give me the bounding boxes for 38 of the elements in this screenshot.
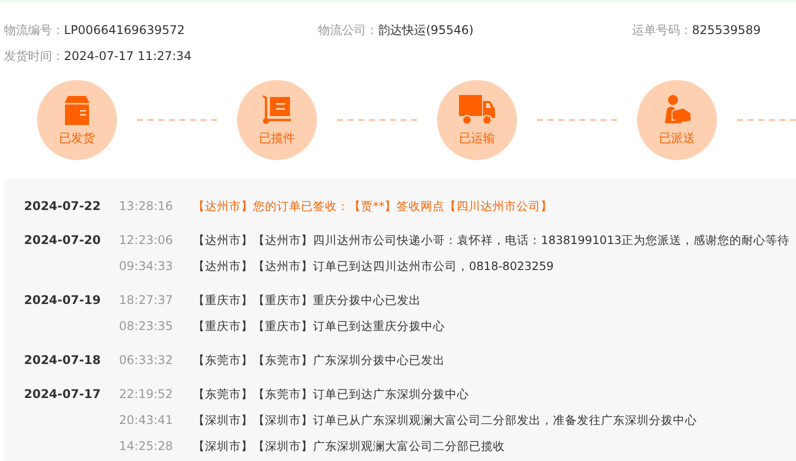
event-text: 【东莞市】【东莞市】广东深圳分拨中心已发出 [193,352,445,369]
info-label: 运单号码： [632,23,692,37]
stage-label: 已发货 [59,131,95,145]
event-text: 【深圳市】【深圳市】订单已从广东深圳观澜大富公司二分部发出，准备发往广东深圳分拨中心 [193,412,697,429]
stage-label: 已派送 [659,131,695,145]
event-text: 【达州市】【达州市】四川达州市公司快递小哥：袁怀祥，电话：18381991013正为您派送，感谢您的耐心等待 [193,232,790,249]
date-text: 2024-07-20 [24,232,102,249]
event-text: 【重庆市】【重庆市】重庆分拨中心已发出 [193,292,421,309]
info-label: 发货时间： [4,49,64,63]
date-text: 2024-07-22 [24,198,102,215]
time-text: 13:28:16 [119,198,174,215]
time-text: 08:23:35 [119,318,174,335]
truck-icon [459,95,495,125]
date-text: 2024-07-18 [24,352,102,369]
date-text: 2024-07-19 [24,292,102,309]
info-value: 韵达快运(95546) [378,23,474,37]
stage-label: 已揽件 [259,131,295,145]
info-value: LP00664169639572 [64,23,185,37]
time-text: 22:19:52 [119,386,174,403]
time-text: 18:27:37 [119,292,174,309]
time-text: 14:25:28 [119,438,174,455]
time-text: 20:43:41 [119,412,174,429]
time-text: 09:34:33 [119,258,174,275]
info-label: 物流编号： [4,23,64,37]
info-value: 2024-07-17 11:27:34 [64,49,192,63]
info-value: 825539589 [692,23,761,37]
stage-label: 已运输 [459,131,495,145]
event-text: 【达州市】您的订单已签收：【贾**】签收网点【四川达州市公司】 [193,198,552,215]
hand-truck-icon [262,95,292,125]
event-text: 【深圳市】【深圳市】广东深圳观澜大富公司二分部已揽收 [193,438,505,455]
info-label: 物流公司： [318,23,378,37]
event-text: 【达州市】【达州市】订单已到达四川达州市公司，0818-8023259 [193,258,554,275]
event-text: 【重庆市】【重庆市】订单已到达重庆分拨中心 [193,318,445,335]
event-text: 【东莞市】【东莞市】订单已到达广东深圳分拨中心 [193,386,469,403]
box-icon [62,95,92,125]
time-text: 12:23:06 [119,232,174,249]
date-text: 2024-07-17 [24,386,102,403]
time-text: 06:33:32 [119,352,174,369]
